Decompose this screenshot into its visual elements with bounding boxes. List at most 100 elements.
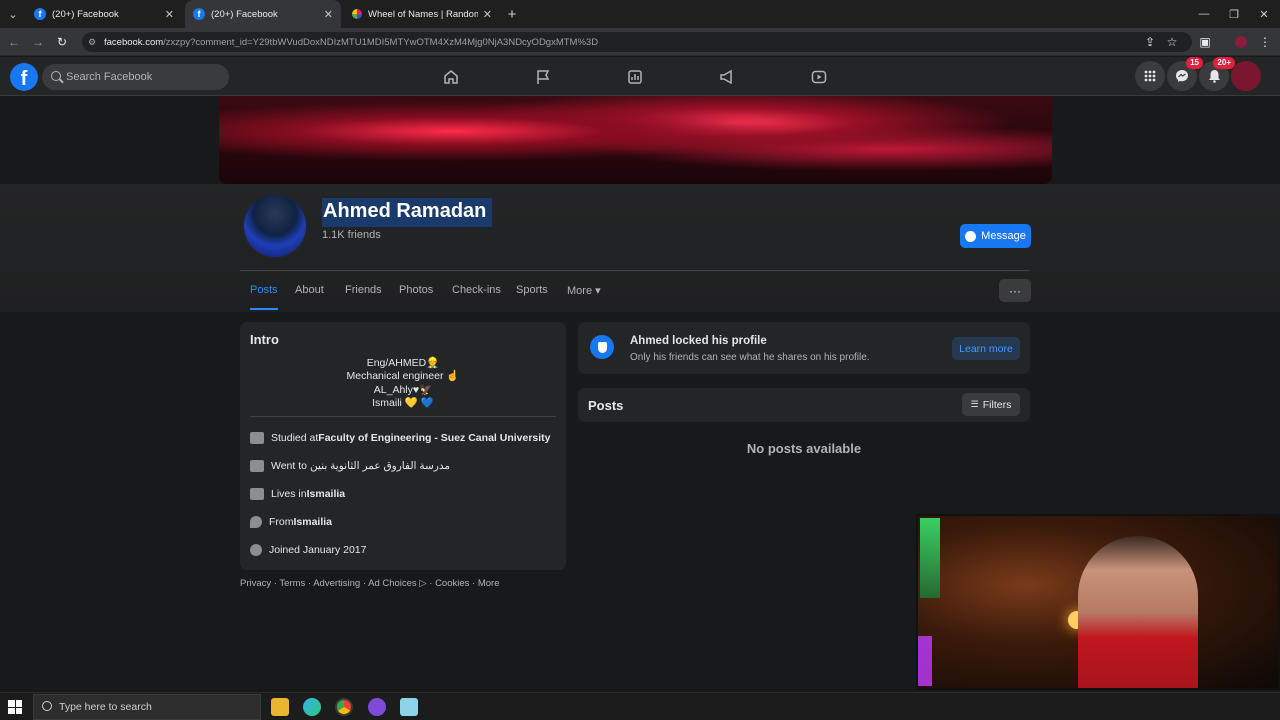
- bookmark-star-icon[interactable]: ☆: [1164, 34, 1180, 50]
- posts-title: Posts: [588, 398, 624, 413]
- browser-tab-wheel-of-names[interactable]: Wheel of Names | Random nar ✕: [344, 0, 500, 28]
- footer-links[interactable]: Privacy · Terms · Advertising · Ad Choic…: [240, 578, 499, 589]
- megaphone-icon[interactable]: [716, 66, 738, 88]
- search-icon: [42, 701, 52, 711]
- account-avatar[interactable]: [1231, 61, 1261, 91]
- filters-button[interactable]: ☰ Filters: [962, 393, 1020, 416]
- detail-link[interactable]: مدرسة الفاروق عمر الثانوية بنين: [310, 460, 450, 472]
- tab-title: (20+) Facebook: [52, 8, 119, 20]
- taskbar-search-input[interactable]: Type here to search: [33, 694, 261, 720]
- tab-search-button[interactable]: ⌄: [2, 0, 24, 28]
- intro-card: Intro Eng/AHMED👷 Mechanical engineer ☝ A…: [240, 322, 566, 570]
- menu-grid-button[interactable]: [1135, 61, 1165, 91]
- extensions-icon[interactable]: ▣: [1197, 34, 1213, 50]
- windows-taskbar: Type here to search: [0, 692, 1280, 720]
- bio-line: Eng/AHMED👷: [366, 357, 440, 369]
- wheel-favicon-icon: [352, 9, 362, 19]
- browser-menu-icon[interactable]: ⋮: [1257, 34, 1273, 50]
- filters-icon: ☰: [970, 399, 979, 409]
- intro-detail-lives-in: Lives in Ismailia: [250, 488, 345, 500]
- locked-title: Ahmed locked his profile: [630, 335, 767, 347]
- tab-about[interactable]: About: [295, 284, 324, 310]
- facebook-logo-icon[interactable]: f: [10, 63, 38, 91]
- facebook-search-input[interactable]: Search Facebook: [42, 64, 229, 90]
- install-app-icon[interactable]: ⇪: [1142, 34, 1158, 50]
- flag-icon[interactable]: [532, 66, 554, 88]
- restore-button[interactable]: ❐: [1218, 0, 1250, 28]
- facebook-favicon-icon: f: [34, 8, 46, 20]
- notepad-icon[interactable]: [400, 698, 418, 716]
- home-icon[interactable]: [440, 66, 462, 88]
- browser-tab-facebook-1[interactable]: f (20+) Facebook ✕: [26, 0, 182, 28]
- message-button[interactable]: Message: [960, 224, 1031, 248]
- chrome-icon[interactable]: [335, 698, 353, 716]
- webcam-overlay: [916, 514, 1280, 690]
- tab-check-ins[interactable]: Check-ins: [452, 284, 501, 310]
- graduation-cap-icon: [250, 460, 264, 472]
- detail-link[interactable]: Ismailia: [294, 516, 333, 528]
- more-options-button[interactable]: ···: [999, 279, 1031, 302]
- close-tab-icon[interactable]: ✕: [324, 8, 333, 21]
- cover-photo[interactable]: [219, 96, 1052, 184]
- tab-more[interactable]: More ▾: [567, 284, 601, 310]
- graduation-cap-icon: [250, 432, 264, 444]
- discord-icon[interactable]: [368, 698, 386, 716]
- intro-title: Intro: [250, 332, 279, 347]
- detail-link[interactable]: Faculty of Engineering - Suez Canal Univ…: [318, 432, 550, 444]
- header-divider: [240, 270, 1030, 271]
- facebook-top-nav: f Search Facebook 15 20+: [0, 57, 1280, 96]
- profile-picture[interactable]: [242, 193, 308, 259]
- filters-label: Filters: [982, 398, 1012, 411]
- video-icon[interactable]: [808, 66, 830, 88]
- windows-start-icon[interactable]: [8, 700, 22, 714]
- search-icon: [51, 71, 61, 81]
- site-info-icon[interactable]: ⚙: [88, 37, 98, 47]
- locked-profile-card: Ahmed locked his profile Only his friend…: [578, 322, 1030, 374]
- detail-prefix: Went to: [271, 460, 307, 472]
- tab-friends[interactable]: Friends: [345, 284, 382, 310]
- tab-posts[interactable]: Posts: [250, 284, 278, 310]
- detail-prefix: Lives in: [271, 488, 307, 500]
- new-tab-button[interactable]: +: [496, 0, 528, 28]
- intro-divider: [250, 416, 556, 417]
- tab-sports[interactable]: Sports: [516, 284, 548, 310]
- home-icon: [250, 488, 264, 500]
- browser-tab-facebook-2[interactable]: f (20+) Facebook ✕: [185, 0, 341, 28]
- clock-icon: [250, 544, 262, 556]
- chart-icon[interactable]: [624, 66, 646, 88]
- profile-avatar-icon[interactable]: [1233, 34, 1249, 50]
- bio-line: AL_Ahly♥🦅: [373, 384, 433, 396]
- friends-count[interactable]: 1.1K friends: [322, 229, 381, 241]
- detail-prefix: Studied at: [271, 432, 319, 444]
- bio-line: Ismaili 💛 💙: [372, 397, 434, 409]
- intro-detail-went-to: Went to مدرسة الفاروق عمر الثانوية بنين: [250, 460, 450, 472]
- browser-toolbar: ← → ↻ ⚙ facebook.com/zxzpy?comment_id=Y2…: [0, 28, 1280, 56]
- close-tab-icon[interactable]: ✕: [165, 8, 174, 21]
- back-arrow-icon[interactable]: ←: [6, 34, 22, 50]
- detail-link[interactable]: Ismailia: [307, 488, 346, 500]
- taskbar-search-placeholder: Type here to search: [59, 701, 152, 713]
- no-posts-message: No posts available: [746, 441, 862, 456]
- close-tab-icon[interactable]: ✕: [483, 8, 492, 21]
- minimize-button[interactable]: —: [1188, 0, 1220, 28]
- message-label: Message: [981, 230, 1026, 242]
- messenger-button[interactable]: 15: [1167, 57, 1203, 91]
- neon-light: [918, 636, 932, 686]
- reload-icon[interactable]: ↻: [54, 34, 70, 50]
- notifications-button[interactable]: 20+: [1199, 57, 1235, 91]
- bio-line: Mechanical engineer ☝: [346, 370, 460, 382]
- forward-arrow-icon[interactable]: →: [30, 34, 46, 50]
- file-explorer-icon[interactable]: [271, 698, 289, 716]
- messenger-icon: [965, 230, 977, 242]
- intro-detail-from: From Ismailia: [250, 516, 332, 528]
- profile-name: Ahmed Ramadan: [322, 198, 493, 227]
- tab-photos[interactable]: Photos: [399, 284, 433, 310]
- address-bar[interactable]: ⚙ facebook.com/zxzpy?comment_id=Y29tbWVu…: [82, 32, 1192, 52]
- edge-icon[interactable]: [303, 698, 321, 716]
- search-placeholder: Search Facebook: [66, 71, 153, 83]
- posts-card: Posts ☰ Filters: [578, 388, 1030, 422]
- streamer: [1078, 536, 1198, 688]
- notifications-badge: 20+: [1213, 57, 1235, 69]
- learn-more-button[interactable]: Learn more: [952, 337, 1020, 360]
- close-window-button[interactable]: ✕: [1248, 0, 1280, 28]
